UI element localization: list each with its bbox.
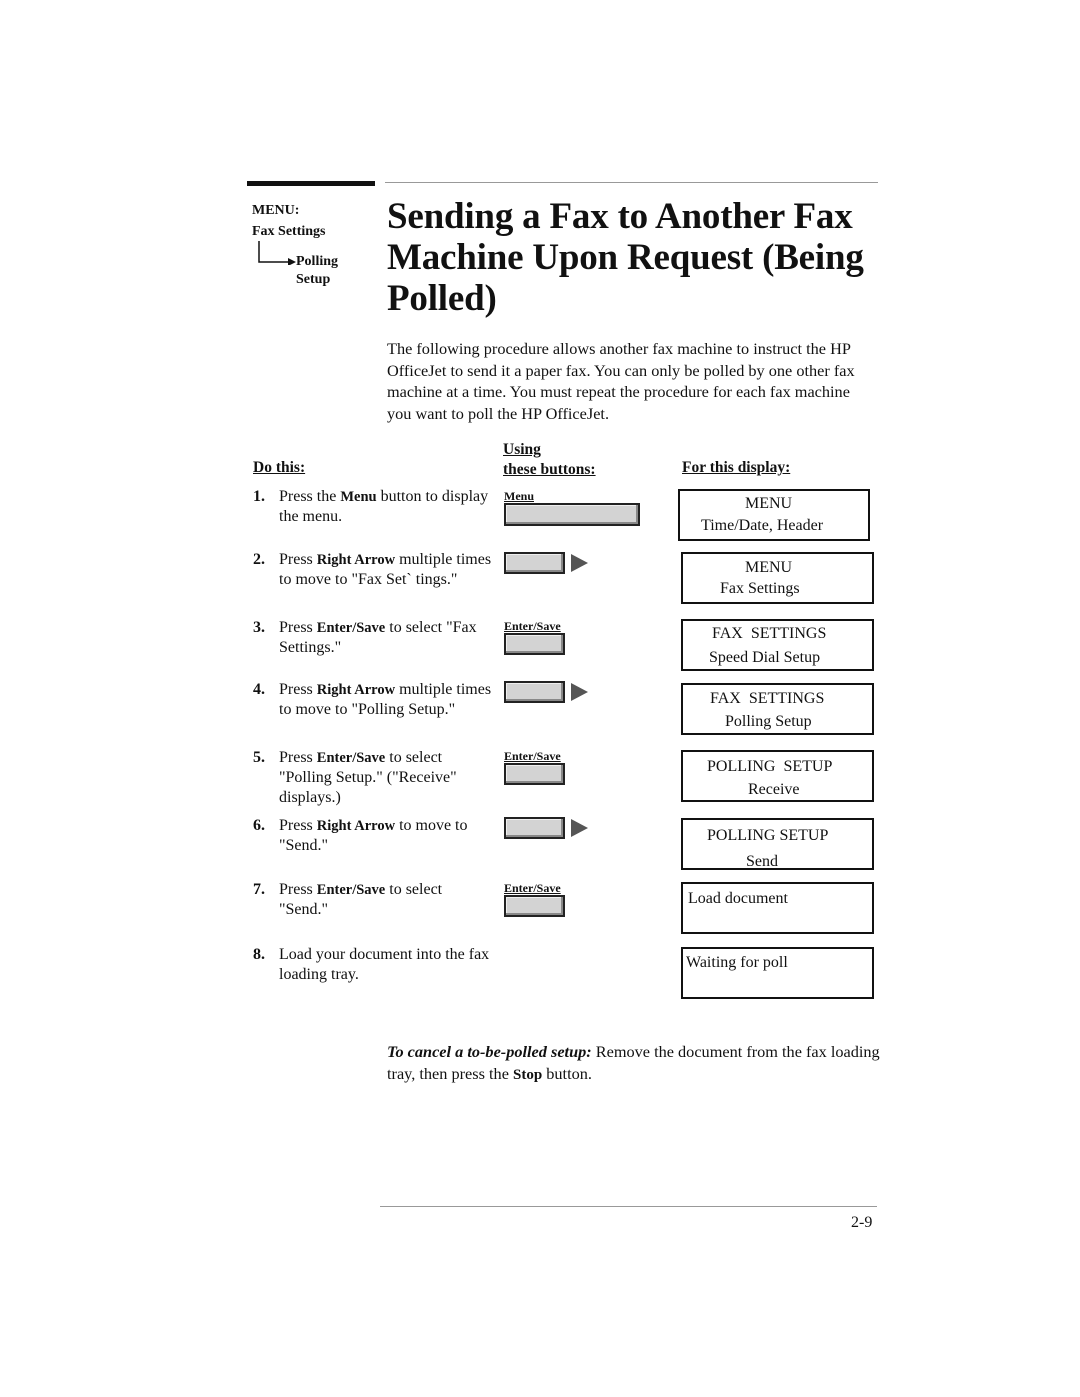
step-text: Press Enter/Save to select "Polling Setu…	[279, 748, 494, 808]
right-arrow-icon	[571, 683, 588, 701]
cancel-note-key: Stop	[513, 1066, 543, 1083]
step-key-name: Menu	[340, 489, 377, 505]
lcd-line1: Waiting for poll	[686, 954, 788, 971]
step-number: 3.	[253, 619, 265, 636]
step-text-pre: Press the	[279, 488, 341, 505]
step-text-pre: Press	[279, 619, 317, 636]
step-text-pre: Press	[279, 749, 317, 766]
right-arrow-icon	[571, 554, 588, 572]
step-number: 8.	[253, 946, 265, 963]
step-number: 2.	[253, 551, 265, 568]
menu-button-label: Menu	[504, 489, 534, 503]
step-number: 4.	[253, 681, 265, 698]
step-number: 6.	[253, 817, 265, 834]
lcd-line2: Send	[746, 853, 778, 870]
cancel-note-text2: button.	[542, 1063, 592, 1083]
column-header-using-buttons: Using these buttons:	[503, 440, 596, 480]
step-key-name: Enter/Save	[316, 620, 386, 636]
enter-save-button[interactable]	[504, 633, 565, 655]
step-text: Press Enter/Save to select "Fax Settings…	[279, 618, 494, 658]
lcd-line1: FAX SETTINGS	[712, 625, 827, 642]
right-arrow-icon	[571, 819, 588, 837]
footer-rule	[380, 1206, 877, 1207]
intro-paragraph: The following procedure allows another f…	[387, 339, 855, 423]
step-text-pre: Press	[279, 551, 317, 568]
step-text: Press Right Arrow to move to "Send."	[279, 816, 494, 856]
lcd-line2: Polling Setup	[725, 713, 812, 730]
menu-button[interactable]	[504, 503, 640, 526]
lcd-line1: FAX SETTINGS	[710, 690, 825, 707]
lcd-line1: Load document	[688, 890, 788, 907]
enter-save-button-label: Enter/Save	[504, 749, 561, 763]
step-number: 7.	[253, 881, 265, 898]
column-header-using-line1: Using	[503, 441, 541, 458]
lcd-line1: POLLING SETUP	[707, 758, 833, 775]
step-text: Load your document into the fax loading …	[279, 945, 494, 985]
step-text: Press the Menu button to display the men…	[279, 487, 494, 527]
right-arrow-button[interactable]	[504, 681, 565, 703]
step-key-name: Right Arrow	[316, 552, 396, 568]
right-arrow-button[interactable]	[504, 817, 565, 839]
right-arrow-button[interactable]	[504, 552, 565, 574]
step-text: Press Right Arrow multiple times to move…	[279, 680, 494, 720]
submenu-line1: Polling	[296, 254, 339, 269]
column-header-using-line2: these buttons:	[503, 461, 596, 478]
menu-label: MENU:	[252, 203, 300, 218]
enter-save-button[interactable]	[504, 895, 565, 917]
submenu-polling-setup: Polling Setup	[296, 253, 338, 289]
lcd-line1: POLLING SETUP	[707, 827, 829, 844]
column-header-display: For this display:	[682, 459, 791, 476]
lcd-line1: MENU	[745, 559, 793, 576]
step-text-post: Load your document into the fax loading …	[279, 946, 490, 983]
step-text-pre: Press	[279, 881, 317, 898]
page-number: 2-9	[851, 1214, 873, 1231]
submenu-line2: Setup	[296, 272, 331, 287]
step-text-pre: Press	[279, 681, 317, 698]
lcd-line2: Fax Settings	[720, 580, 800, 597]
enter-save-button-label: Enter/Save	[504, 881, 561, 895]
header-thick-rule	[247, 181, 375, 186]
step-text: Press Right Arrow multiple times to move…	[279, 550, 494, 590]
header-thin-rule	[385, 182, 878, 183]
column-header-do-this: Do this:	[253, 459, 306, 476]
cancel-note: To cancel a to-be-polled setup: Remove t…	[387, 1041, 882, 1086]
menu-path-fax-settings: Fax Settings	[252, 224, 326, 239]
page-title: Sending a Fax to Another Fax Machine Upo…	[387, 196, 864, 319]
submenu-arrow-icon	[258, 241, 296, 265]
step-number: 5.	[253, 749, 265, 766]
lcd-line2: Receive	[748, 781, 800, 798]
lcd-line1: MENU	[745, 495, 793, 512]
lcd-line2: Time/Date, Header	[701, 517, 824, 534]
enter-save-button-label: Enter/Save	[504, 619, 561, 633]
enter-save-button[interactable]	[504, 763, 565, 785]
step-number: 1.	[253, 488, 265, 505]
lcd-line2: Speed Dial Setup	[709, 649, 821, 666]
cancel-note-lead: To cancel a to-be-polled setup:	[387, 1042, 592, 1061]
step-key-name: Right Arrow	[316, 682, 396, 698]
step-text-pre: Press	[279, 817, 317, 834]
step-text: Press Enter/Save to select "Send."	[279, 880, 494, 920]
step-key-name: Enter/Save	[316, 882, 386, 898]
step-key-name: Right Arrow	[316, 818, 396, 834]
step-key-name: Enter/Save	[316, 750, 386, 766]
